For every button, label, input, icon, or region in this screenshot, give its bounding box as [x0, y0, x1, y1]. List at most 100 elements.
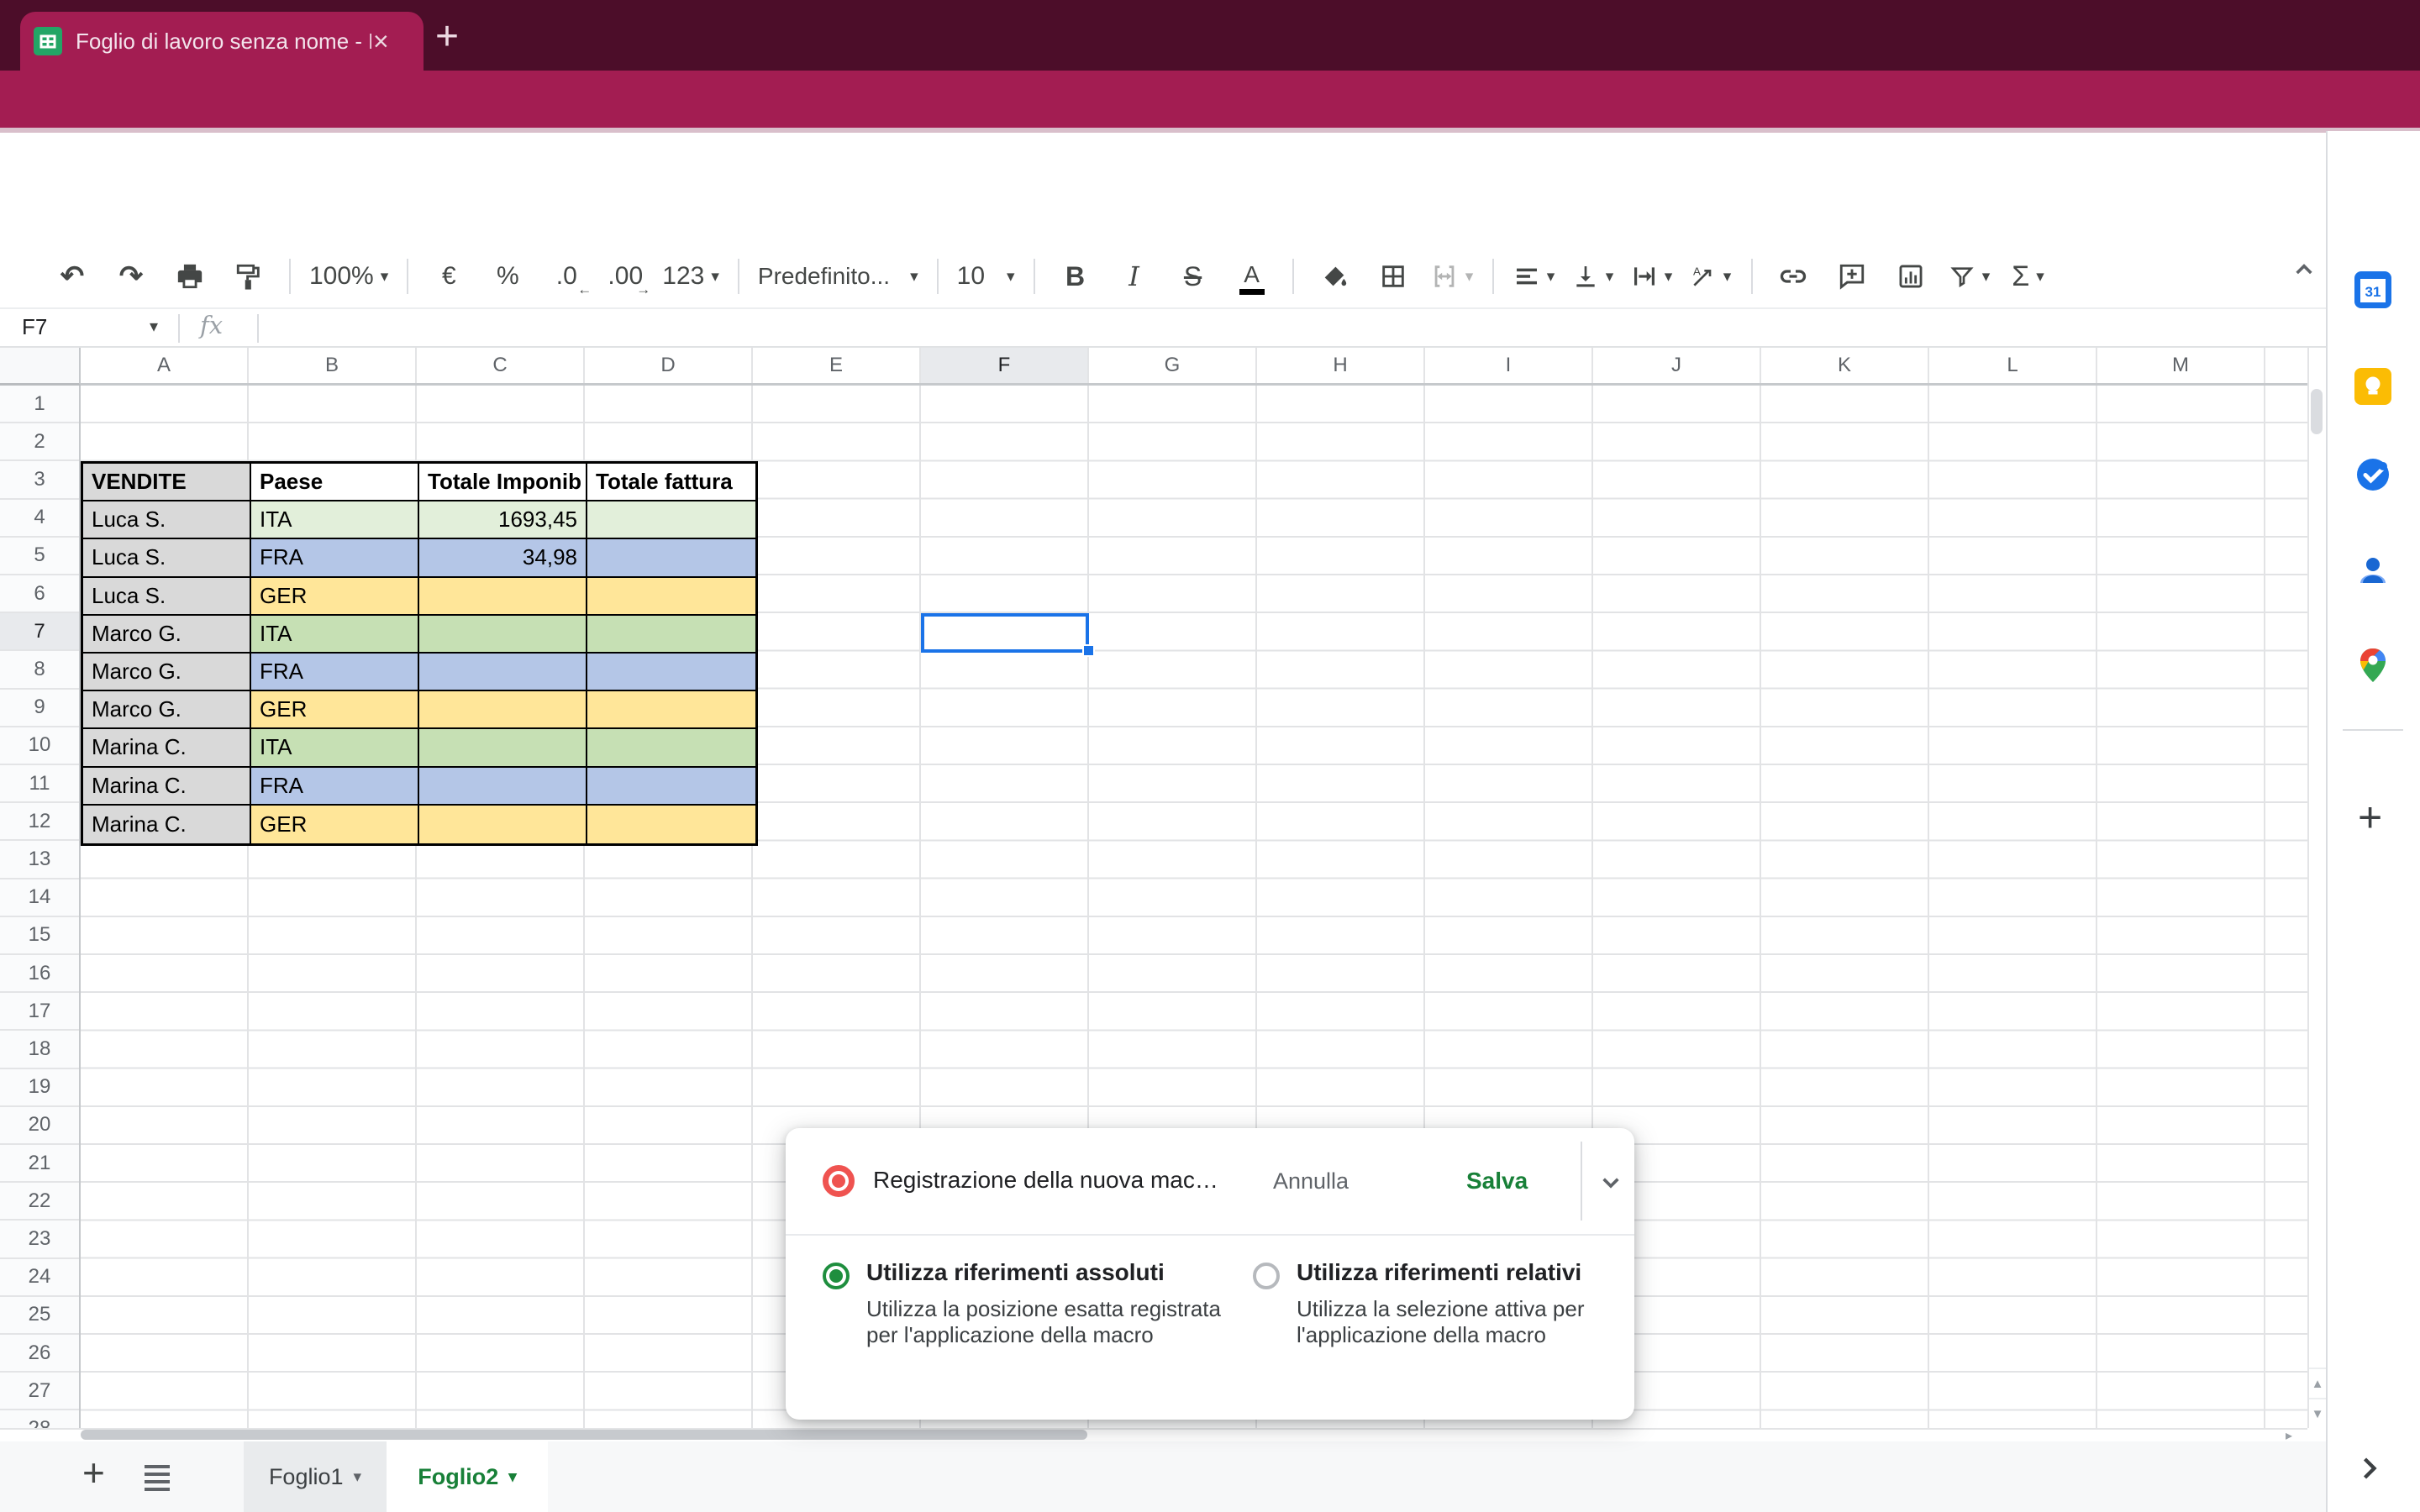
row-header-21[interactable]: 21 — [0, 1145, 79, 1183]
sheet-tab-foglio1[interactable]: Foglio1▾ — [244, 1441, 387, 1512]
table-cell[interactable] — [419, 578, 587, 616]
table-cell[interactable]: GER — [251, 578, 419, 616]
row-header-17[interactable]: 17 — [0, 993, 79, 1031]
table-cell[interactable]: Luca S. — [83, 578, 251, 616]
horizontal-scrollbar-thumb[interactable] — [81, 1430, 1087, 1440]
text-color-button[interactable]: A — [1223, 250, 1281, 302]
column-header-B[interactable]: B — [249, 348, 417, 383]
table-cell[interactable] — [419, 691, 587, 729]
increase-decimals-button[interactable]: .00→ — [597, 253, 654, 300]
table-cell[interactable]: FRA — [251, 768, 419, 806]
row-header-7[interactable]: 7 — [0, 613, 79, 651]
table-cell[interactable]: GER — [251, 806, 419, 843]
radio-option-absolute[interactable]: Utilizza riferimenti assoluti Utilizza l… — [823, 1259, 1236, 1348]
table-cell[interactable] — [587, 501, 755, 539]
row-header-15[interactable]: 15 — [0, 917, 79, 955]
italic-button[interactable]: I — [1106, 253, 1163, 300]
name-box[interactable]: F7 — [22, 314, 47, 340]
add-sheet-button[interactable]: + — [82, 1450, 105, 1495]
table-cell[interactable]: Marco G. — [83, 654, 251, 691]
row-header-3[interactable]: 3 — [0, 461, 79, 499]
row-header-20[interactable]: 20 — [0, 1107, 79, 1145]
percent-format-button[interactable]: % — [479, 253, 536, 300]
table-cell[interactable]: VENDITE — [83, 464, 251, 501]
row-header-25[interactable]: 25 — [0, 1297, 79, 1335]
font-size-select[interactable]: 10▾ — [950, 253, 1022, 300]
column-header-K[interactable]: K — [1761, 348, 1929, 383]
row-header-4[interactable]: 4 — [0, 500, 79, 538]
selected-cell[interactable] — [921, 613, 1089, 653]
row-header-11[interactable]: 11 — [0, 765, 79, 803]
scroll-up-button[interactable]: ▲ — [2309, 1368, 2326, 1398]
redo-button[interactable]: ↷ — [103, 253, 160, 300]
table-cell[interactable] — [419, 616, 587, 654]
table-cell[interactable] — [587, 806, 755, 843]
font-style-select[interactable]: Predefinito...▾ — [751, 253, 925, 300]
table-cell[interactable] — [419, 806, 587, 843]
functions-button[interactable]: Σ▾ — [2000, 253, 2057, 300]
browser-tab[interactable]: Foglio di lavoro senza nome - F × — [20, 12, 424, 71]
table-cell[interactable] — [587, 691, 755, 729]
table-cell[interactable]: ITA — [251, 501, 419, 539]
scroll-down-button[interactable]: ▼ — [2309, 1398, 2326, 1428]
table-cell[interactable]: GER — [251, 691, 419, 729]
column-header-G[interactable]: G — [1089, 348, 1257, 383]
undo-button[interactable]: ↶ — [44, 253, 101, 300]
cancel-button[interactable]: Annulla — [1256, 1128, 1365, 1234]
filter-button[interactable]: ▾ — [1941, 253, 1998, 300]
chevron-down-icon[interactable]: ▾ — [150, 316, 158, 337]
collapse-dialog-icon[interactable] — [1594, 1165, 1628, 1199]
keep-icon[interactable] — [2354, 368, 2391, 405]
borders-button[interactable] — [1365, 253, 1422, 300]
print-button[interactable] — [161, 253, 218, 300]
row-header-5[interactable]: 5 — [0, 538, 79, 575]
table-cell[interactable] — [587, 729, 755, 767]
table-cell[interactable] — [587, 539, 755, 577]
column-header-J[interactable]: J — [1593, 348, 1761, 383]
row-header-16[interactable]: 16 — [0, 955, 79, 993]
show-side-panel-icon[interactable] — [2351, 1450, 2388, 1487]
paint-format-button[interactable] — [220, 253, 277, 300]
row-header-9[interactable]: 9 — [0, 690, 79, 727]
insert-chart-button[interactable] — [1882, 253, 1939, 300]
fill-handle[interactable] — [1082, 644, 1095, 657]
row-header-12[interactable]: 12 — [0, 803, 79, 841]
column-header-A[interactable]: A — [81, 348, 249, 383]
row-header-22[interactable]: 22 — [0, 1183, 79, 1221]
sheet-tab-foglio2[interactable]: Foglio2▾ — [387, 1441, 548, 1512]
table-cell[interactable]: ITA — [251, 729, 419, 767]
row-header-18[interactable]: 18 — [0, 1031, 79, 1068]
column-header-E[interactable]: E — [753, 348, 921, 383]
table-cell[interactable] — [419, 654, 587, 691]
table-cell[interactable] — [587, 654, 755, 691]
column-header-I[interactable]: I — [1425, 348, 1593, 383]
horizontal-align-button[interactable]: ▾ — [1506, 253, 1563, 300]
row-header-28[interactable]: 28 — [0, 1410, 79, 1428]
table-cell[interactable]: Luca S. — [83, 539, 251, 577]
close-tab-icon[interactable]: × — [373, 28, 389, 55]
vertical-scrollbar[interactable] — [2307, 348, 2326, 1428]
table-cell[interactable]: Marco G. — [83, 691, 251, 729]
tasks-icon[interactable] — [2354, 456, 2391, 493]
table-cell[interactable]: 1693,45 — [419, 501, 587, 539]
table-cell[interactable] — [587, 616, 755, 654]
strikethrough-button[interactable]: S — [1165, 253, 1222, 300]
vertical-align-button[interactable]: ▾ — [1565, 253, 1622, 300]
table-cell[interactable]: Paese — [251, 464, 419, 501]
column-header-M[interactable]: M — [2097, 348, 2265, 383]
row-header-13[interactable]: 13 — [0, 841, 79, 879]
row-header-24[interactable]: 24 — [0, 1259, 79, 1297]
insert-link-button[interactable] — [1765, 253, 1822, 300]
table-cell[interactable] — [587, 768, 755, 806]
table-cell[interactable]: Marina C. — [83, 806, 251, 843]
column-header-L[interactable]: L — [1929, 348, 2097, 383]
row-header-2[interactable]: 2 — [0, 423, 79, 461]
table-cell[interactable]: FRA — [251, 654, 419, 691]
text-wrap-button[interactable]: ▾ — [1623, 253, 1681, 300]
table-cell[interactable] — [419, 729, 587, 767]
row-header-14[interactable]: 14 — [0, 879, 79, 917]
currency-format-button[interactable]: € — [420, 253, 477, 300]
bold-button[interactable]: B — [1047, 253, 1104, 300]
table-cell[interactable]: FRA — [251, 539, 419, 577]
column-header-F[interactable]: F — [921, 348, 1089, 383]
